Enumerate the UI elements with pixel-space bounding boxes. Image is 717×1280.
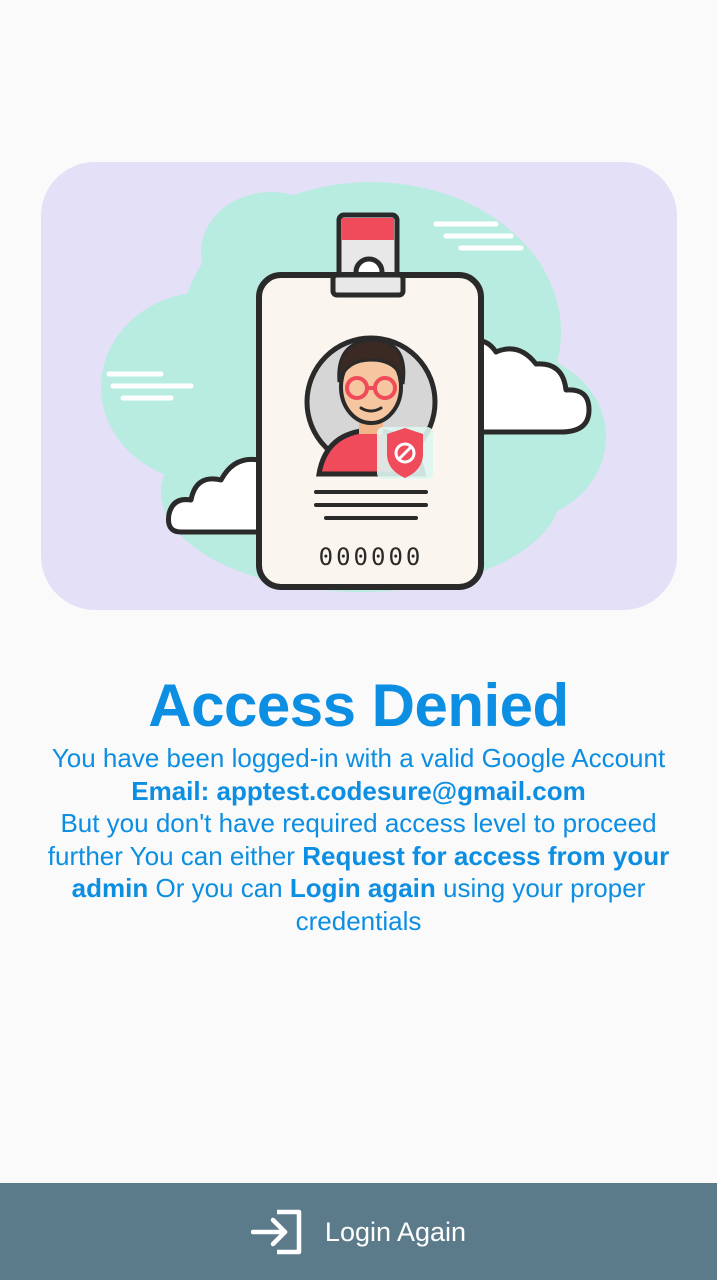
message-body: You have been logged-in with a valid Goo… [20, 742, 697, 937]
user-email: Email: apptest.codesure@gmail.com [131, 775, 586, 806]
id-card-illustration: 000000 [101, 182, 606, 592]
login-again-label: Login Again [324, 1216, 467, 1247]
access-denied-illustration: 000000 [41, 162, 677, 610]
badge-number: 000000 [319, 543, 424, 571]
login-again-link[interactable]: Login again [290, 873, 436, 903]
login-again-button[interactable]: Login Again [0, 1183, 717, 1280]
message-line-account: You have been logged-in with a valid Goo… [51, 743, 666, 773]
id-card: 000000 [256, 272, 484, 590]
access-message: Access Denied You have been logged-in wi… [20, 670, 697, 937]
page-title: Access Denied [148, 672, 569, 739]
message-line-or: Or you can [155, 873, 283, 903]
shield-icon [377, 427, 433, 479]
login-icon [250, 1209, 302, 1254]
